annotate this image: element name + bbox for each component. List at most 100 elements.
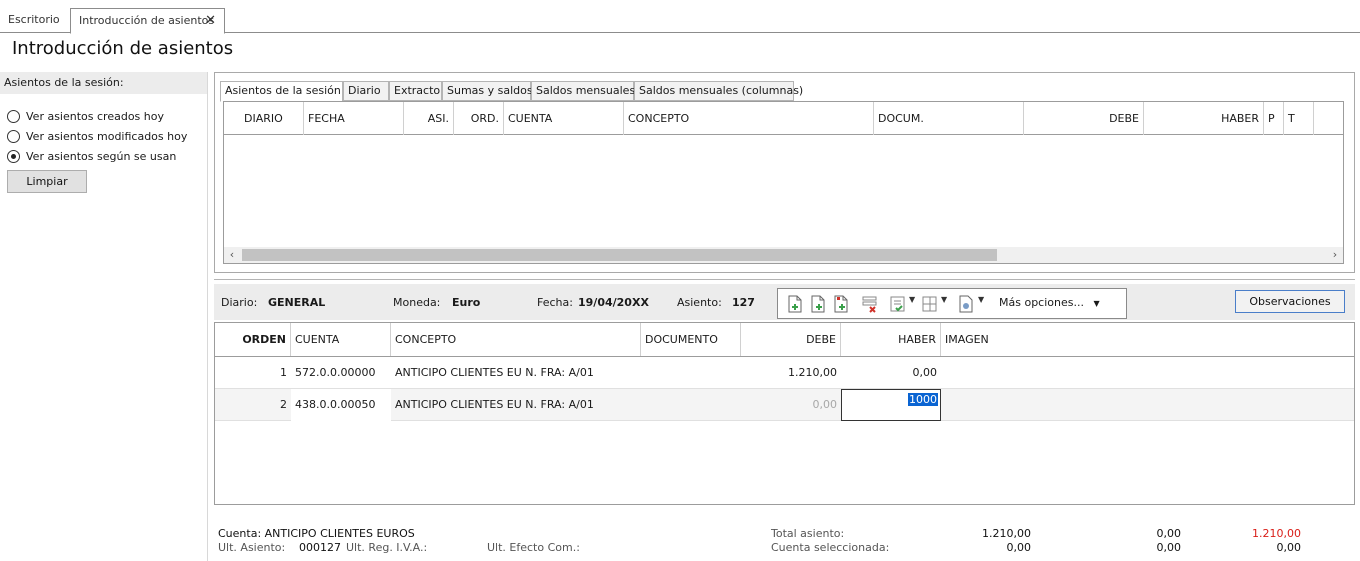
haber-edit-input[interactable]: 1000 xyxy=(841,389,941,421)
cell-orden: 2 xyxy=(280,398,287,411)
total-debe: 1.210,00 xyxy=(982,527,1031,540)
sel-debe: 0,00 xyxy=(1006,541,1032,554)
moneda-value: Euro xyxy=(452,296,481,309)
ult-reg-iva-label: Ult. Reg. I.V.A.: xyxy=(346,541,428,554)
tab-saldos-mensuales-columnas[interactable]: Saldos mensuales (columnas) xyxy=(634,81,803,101)
radio-label: Ver asientos creados hoy xyxy=(26,109,164,123)
duplicate-line-icon[interactable] xyxy=(833,295,849,313)
selected-text: 1000 xyxy=(908,393,938,406)
col-haber[interactable]: HABER xyxy=(841,323,941,356)
ult-asiento-value: 000127 xyxy=(299,541,341,554)
panel-divider[interactable] xyxy=(207,72,208,561)
moneda-label: Moneda: xyxy=(393,296,441,309)
col-haber[interactable]: HABER xyxy=(1144,102,1264,135)
close-icon[interactable]: ✕ xyxy=(205,9,216,32)
cell-cuenta: 572.0.0.00000 xyxy=(295,366,376,379)
tab-label: Introducción de asientos xyxy=(79,14,215,27)
divider xyxy=(214,279,1355,280)
radio-as-used[interactable]: Ver asientos según se usan xyxy=(7,148,176,164)
sel-haber: 0,00 xyxy=(1156,541,1182,554)
col-cuenta[interactable]: CUENTA xyxy=(504,102,624,135)
cell-debe: 1.210,00 xyxy=(788,366,837,379)
grid-header: DIARIO FECHA ASI. ORD. CUENTA CONCEPTO D… xyxy=(224,102,1343,135)
tab-sumas-saldos[interactable]: Sumas y saldos xyxy=(442,81,533,101)
col-docum[interactable]: DOCUM. xyxy=(874,102,1024,135)
sel-difference: 0,00 xyxy=(1276,541,1302,554)
col-concepto[interactable]: CONCEPTO xyxy=(624,102,874,135)
delete-line-icon[interactable] xyxy=(862,295,878,313)
total-haber: 0,00 xyxy=(1156,527,1182,540)
col-p[interactable]: P xyxy=(1264,102,1284,135)
col-diario[interactable]: DIARIO xyxy=(224,102,304,135)
col-orden[interactable]: ORDEN xyxy=(215,323,291,356)
radio-circle[interactable] xyxy=(7,109,20,123)
scroll-thumb[interactable] xyxy=(242,249,997,261)
document-tab-strip: Escritorio Introducción de asientos ✕ xyxy=(0,8,1360,34)
diario-value: GENERAL xyxy=(268,296,326,309)
scroll-left-icon[interactable]: ‹ xyxy=(224,247,240,263)
cell-cuenta: 438.0.0.00050 xyxy=(291,389,391,421)
col-cuenta[interactable]: CUENTA xyxy=(291,323,391,356)
cell-documento xyxy=(641,389,741,421)
radio-label: Ver asientos según se usan xyxy=(26,149,177,163)
cuenta-seleccionada-label: Cuenta seleccionada: xyxy=(771,541,890,554)
table-row[interactable]: 1 572.0.0.00000 ANTICIPO CLIENTES EU N. … xyxy=(215,357,1354,389)
col-t[interactable]: T xyxy=(1284,102,1314,135)
col-debe[interactable]: DEBE xyxy=(1024,102,1144,135)
tab-saldos-mensuales[interactable]: Saldos mensuales xyxy=(531,81,635,101)
cell-debe: 0,00 xyxy=(812,398,838,411)
more-options-menu[interactable]: Más opciones... ▼ xyxy=(999,296,1100,309)
diario-label: Diario: xyxy=(221,296,258,309)
clear-button[interactable]: Limpiar xyxy=(7,170,87,193)
col-asi[interactable]: ASI. xyxy=(404,102,454,135)
table-row[interactable]: 2 438.0.0.00050 ANTICIPO CLIENTES EU N. … xyxy=(215,389,1354,421)
split-view-icon[interactable] xyxy=(922,295,938,313)
asiento-value: 127 xyxy=(732,296,755,309)
horizontal-scrollbar[interactable]: ‹ › xyxy=(224,247,1343,263)
observaciones-button[interactable]: Observaciones xyxy=(1235,290,1345,313)
entry-toolbar: ▼ ▼ ▼ Más opciones... ▼ xyxy=(777,288,1127,319)
radio-circle[interactable] xyxy=(7,129,20,143)
total-asiento-label: Total asiento: xyxy=(771,527,845,540)
col-documento[interactable]: DOCUMENTO xyxy=(641,323,741,356)
insert-line-icon[interactable] xyxy=(810,295,826,313)
fecha-value: 19/04/20XX xyxy=(578,296,649,309)
asiento-label: Asiento: xyxy=(677,296,722,309)
ult-efecto-label: Ult. Efecto Com.: xyxy=(487,541,580,554)
col-concepto[interactable]: CONCEPTO xyxy=(391,323,641,356)
col-imagen[interactable]: IMAGEN xyxy=(941,323,1354,356)
validate-icon[interactable] xyxy=(890,295,906,313)
col-fecha[interactable]: FECHA xyxy=(304,102,404,135)
entry-lines-grid[interactable]: ORDEN CUENTA CONCEPTO DOCUMENTO DEBE HAB… xyxy=(214,322,1355,505)
more-options-label: Más opciones... xyxy=(999,296,1084,309)
chevron-down-icon[interactable]: ▼ xyxy=(909,295,915,304)
chevron-down-icon[interactable]: ▼ xyxy=(978,295,984,304)
col-debe[interactable]: DEBE xyxy=(741,323,841,356)
session-entries-grid[interactable]: DIARIO FECHA ASI. ORD. CUENTA CONCEPTO D… xyxy=(223,101,1344,264)
new-line-icon[interactable] xyxy=(787,295,803,313)
document-view-icon[interactable] xyxy=(958,295,974,313)
tab-diario[interactable]: Diario xyxy=(343,81,389,101)
scroll-right-icon[interactable]: › xyxy=(1327,247,1343,263)
total-difference: 1.210,00 xyxy=(1252,527,1301,540)
fecha-label: Fecha: xyxy=(537,296,573,309)
radio-circle-selected[interactable] xyxy=(7,149,20,163)
col-ord[interactable]: ORD. xyxy=(454,102,504,135)
ult-asiento-label: Ult. Asiento: xyxy=(218,541,286,554)
tab-session-entries[interactable]: Asientos de la sesión xyxy=(220,81,343,102)
tab-introduccion-asientos[interactable]: Introducción de asientos ✕ xyxy=(70,8,225,34)
radio-created-today[interactable]: Ver asientos creados hoy xyxy=(7,108,164,124)
tab-escritorio[interactable]: Escritorio xyxy=(0,8,68,33)
tab-extracto[interactable]: Extracto xyxy=(389,81,442,101)
cell-documento xyxy=(641,357,741,389)
session-entries-header: Asientos de la sesión: xyxy=(0,72,207,94)
cell-orden: 1 xyxy=(280,366,287,379)
cell-concepto: ANTICIPO CLIENTES EU N. FRA: A/01 xyxy=(395,366,594,379)
chevron-down-icon[interactable]: ▼ xyxy=(941,295,947,304)
chevron-down-icon: ▼ xyxy=(1093,299,1100,308)
selected-account: Cuenta: ANTICIPO CLIENTES EUROS xyxy=(218,527,415,540)
radio-modified-today[interactable]: Ver asientos modificados hoy xyxy=(7,128,187,144)
radio-label: Ver asientos modificados hoy xyxy=(26,129,188,143)
cell-haber: 0,00 xyxy=(912,366,938,379)
page-title: Introducción de asientos xyxy=(12,38,234,59)
